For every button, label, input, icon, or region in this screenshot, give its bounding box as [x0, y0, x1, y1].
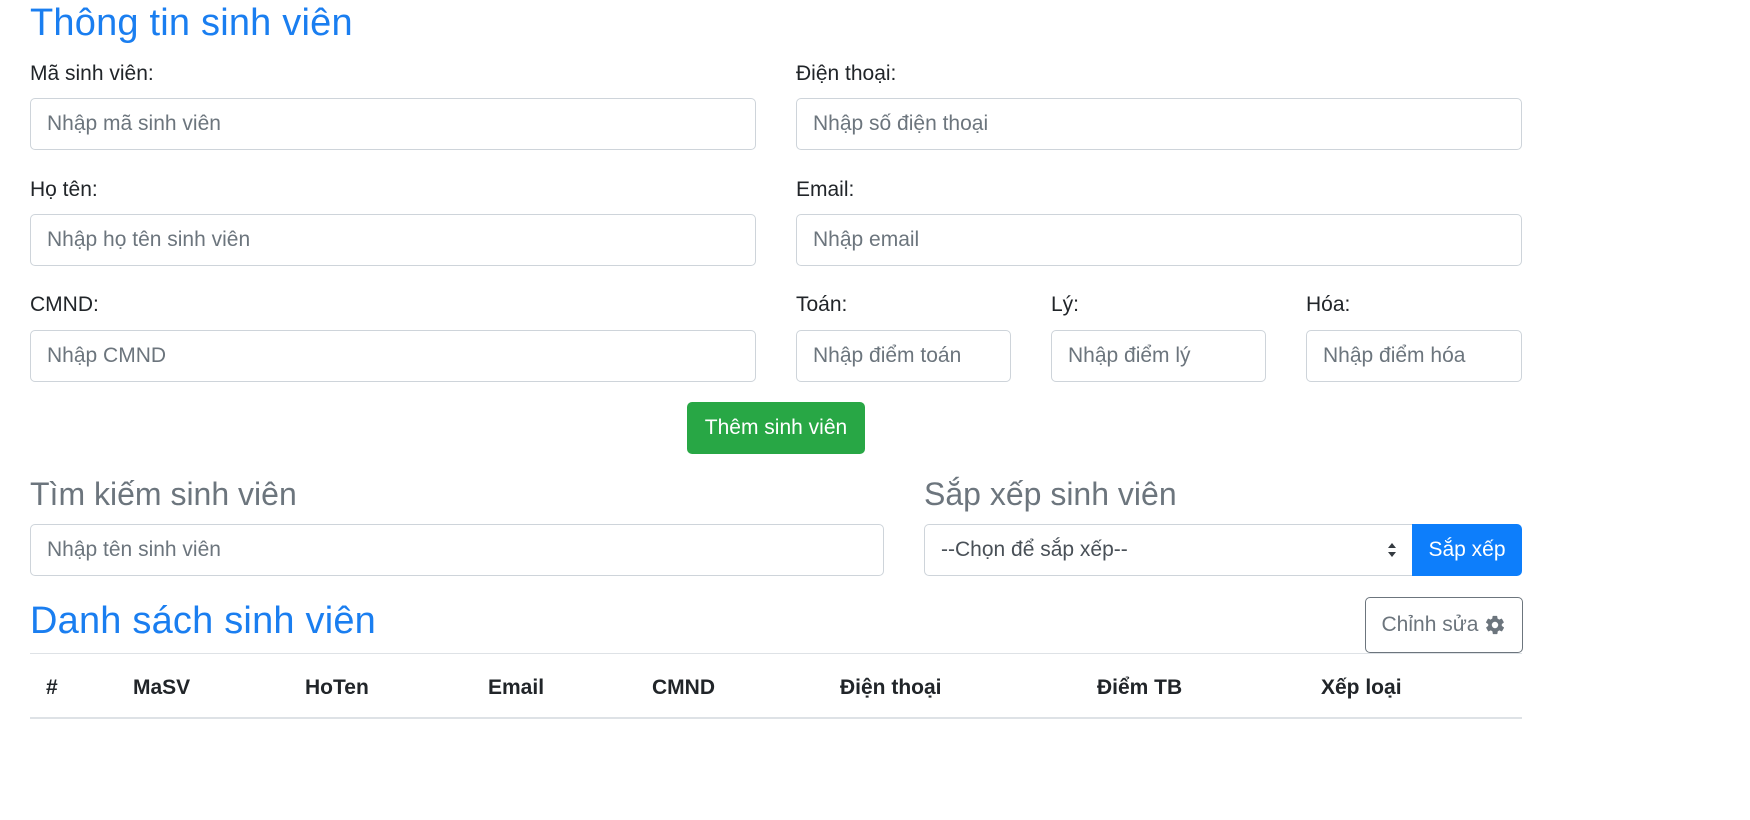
sort-select[interactable]: --Chọn để sắp xếp--: [924, 524, 1413, 576]
edit-button[interactable]: Chỉnh sửa: [1365, 597, 1523, 653]
list-title: Danh sách sinh viên: [30, 600, 377, 642]
search-title: Tìm kiếm sinh viên: [30, 476, 297, 512]
gear-icon: [1484, 614, 1506, 636]
dien-thoai-label: Điện thoại:: [796, 62, 897, 85]
ly-label: Lý:: [1051, 293, 1080, 316]
ma-sv-input[interactable]: [30, 98, 756, 150]
th-diem-tb: Điểm TB: [1097, 676, 1183, 699]
th-xep-loai: Xếp loại: [1321, 676, 1402, 699]
cmnd-label: CMND:: [30, 293, 99, 316]
th-index: #: [46, 676, 58, 699]
add-student-button[interactable]: Thêm sinh viên: [687, 402, 865, 454]
hoa-label: Hóa:: [1306, 293, 1351, 316]
toan-input[interactable]: [796, 330, 1011, 382]
select-arrows-icon: [1387, 542, 1397, 558]
cmnd-input[interactable]: [30, 330, 756, 382]
table-top-border: [30, 653, 1522, 654]
edit-button-label: Chỉnh sửa: [1381, 613, 1479, 636]
email-input[interactable]: [796, 214, 1522, 266]
ma-sv-label: Mã sinh viên:: [30, 62, 154, 85]
sort-button[interactable]: Sắp xếp: [1412, 524, 1522, 576]
email-label: Email:: [796, 178, 855, 201]
hoa-input[interactable]: [1306, 330, 1522, 382]
form-title: Thông tin sinh viên: [30, 2, 353, 44]
ho-ten-label: Họ tên:: [30, 178, 98, 201]
dien-thoai-input[interactable]: [796, 98, 1522, 150]
search-input[interactable]: [30, 524, 884, 576]
sort-select-value: --Chọn để sắp xếp--: [941, 538, 1128, 561]
table-header-border: [30, 717, 1522, 719]
ly-input[interactable]: [1051, 330, 1266, 382]
th-dien-thoai: Điện thoại: [840, 676, 942, 699]
sort-title: Sắp xếp sinh viên: [924, 476, 1177, 512]
ho-ten-input[interactable]: [30, 214, 756, 266]
th-email: Email: [488, 676, 545, 699]
toan-label: Toán:: [796, 293, 848, 316]
th-masv: MaSV: [133, 676, 191, 699]
th-hoten: HoTen: [305, 676, 369, 699]
th-cmnd: CMND: [652, 676, 715, 699]
